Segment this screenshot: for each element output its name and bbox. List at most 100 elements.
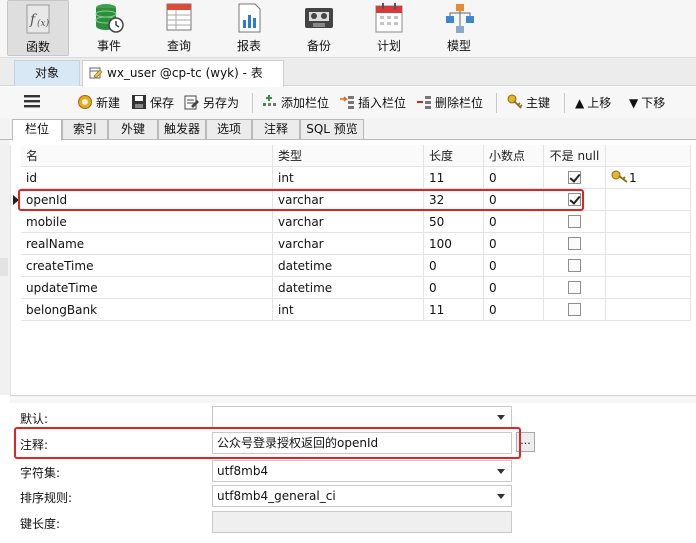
tab-comments[interactable]: 注释	[252, 119, 300, 140]
tab-fields[interactable]: 栏位	[12, 119, 62, 141]
function-icon: f (x)	[26, 4, 50, 34]
table-design-icon	[89, 67, 103, 79]
field-type-cell[interactable]: varchar	[273, 211, 424, 233]
tab-indexes[interactable]: 索引	[62, 119, 108, 140]
table-row[interactable]: belongBank int 11 0	[21, 299, 691, 321]
field-type-cell[interactable]: datetime	[273, 277, 424, 299]
ribbon-query-button[interactable]: 查询	[148, 0, 210, 56]
primary-key-button[interactable]: 主键	[507, 93, 550, 113]
not-null-cell	[544, 233, 606, 255]
object-tab-bar: 对象 wx_user @cp-tc (wyk) - 表	[0, 58, 696, 87]
field-type-cell[interactable]: int	[273, 299, 424, 321]
menu-button[interactable]	[24, 94, 40, 114]
save-as-icon	[184, 95, 199, 110]
ribbon-event-button[interactable]: 事件	[78, 0, 140, 56]
move-down-label: 下移	[641, 96, 666, 110]
ribbon-function-button[interactable]: f (x) 函数	[7, 0, 69, 56]
field-name-cell[interactable]: createTime	[21, 255, 273, 277]
save-as-button[interactable]: 另存为	[184, 93, 239, 113]
header-not-null[interactable]: 不是 null	[544, 145, 606, 167]
chevron-down-icon	[497, 415, 505, 420]
header-type[interactable]: 类型	[273, 145, 424, 167]
tab-sql-preview[interactable]: SQL 预览	[300, 119, 364, 140]
field-length-cell[interactable]: 11	[424, 167, 484, 189]
field-type-cell[interactable]: datetime	[273, 255, 424, 277]
not-null-checkbox[interactable]	[568, 303, 581, 316]
ribbon-model-button[interactable]: 模型	[428, 0, 490, 56]
report-icon	[238, 3, 261, 33]
not-null-checkbox[interactable]	[568, 215, 581, 228]
field-decimals-cell[interactable]: 0	[484, 299, 544, 321]
add-column-button[interactable]: 添加栏位	[262, 93, 329, 113]
not-null-checkbox[interactable]	[568, 259, 581, 272]
new-icon	[78, 95, 92, 109]
field-name-cell[interactable]: id	[21, 167, 273, 189]
delete-column-button[interactable]: 删除栏位	[416, 93, 483, 113]
ribbon-event-label: 事件	[96, 39, 121, 53]
tab-triggers[interactable]: 触发器	[158, 119, 206, 140]
table-row[interactable]: id int 11 0 1	[21, 167, 691, 189]
field-length-cell[interactable]: 0	[424, 255, 484, 277]
field-decimals-cell[interactable]: 0	[484, 211, 544, 233]
field-decimals-cell[interactable]: 0	[484, 167, 544, 189]
field-decimals-cell[interactable]: 0	[484, 255, 544, 277]
tab-options[interactable]: 选项	[206, 119, 252, 140]
primary-key-label: 主键	[526, 96, 551, 110]
collation-value: utf8mb4_general_ci	[217, 489, 336, 503]
field-decimals-cell[interactable]: 0	[484, 277, 544, 299]
collation-select[interactable]: utf8mb4_general_ci	[212, 485, 512, 507]
main-ribbon: f (x) 函数 事件 查询 报表 备份 计划 模型	[0, 0, 696, 58]
new-button[interactable]: 新建	[77, 93, 120, 113]
header-name[interactable]: 名	[21, 145, 273, 167]
header-length[interactable]: 长度	[424, 145, 484, 167]
field-name-cell[interactable]: mobile	[21, 211, 273, 233]
table-row[interactable]: realName varchar 100 0	[21, 233, 691, 255]
table-row[interactable]: createTime datetime 0 0	[21, 255, 691, 277]
delete-column-icon	[417, 96, 431, 109]
table-row[interactable]: mobile varchar 50 0	[21, 211, 691, 233]
query-icon	[166, 3, 192, 31]
not-null-cell	[544, 277, 606, 299]
design-subtabs: 栏位 索引 外键 触发器 选项 注释 SQL 预览	[0, 118, 696, 141]
tab-objects[interactable]: 对象	[14, 60, 80, 86]
not-null-cell	[544, 211, 606, 233]
move-up-button[interactable]: ▲ 上移	[575, 93, 611, 113]
ribbon-schedule-label: 计划	[376, 39, 401, 53]
ribbon-backup-button[interactable]: 备份	[288, 0, 350, 56]
field-length-cell[interactable]: 50	[424, 211, 484, 233]
tab-foreign-keys[interactable]: 外键	[108, 119, 158, 140]
default-label: 默认:	[20, 412, 49, 426]
field-type-cell[interactable]: varchar	[273, 233, 424, 255]
default-select[interactable]	[212, 406, 512, 428]
ribbon-report-button[interactable]: 报表	[218, 0, 280, 56]
insert-column-button[interactable]: 插入栏位	[339, 93, 406, 113]
header-decimals[interactable]: 小数点	[484, 145, 544, 167]
field-type-cell[interactable]: int	[273, 167, 424, 189]
table-row[interactable]: updateTime datetime 0 0	[21, 277, 691, 299]
save-button[interactable]: 保存	[131, 93, 174, 113]
backup-icon	[305, 8, 333, 28]
field-length-cell[interactable]: 0	[424, 277, 484, 299]
ribbon-schedule-button[interactable]: 计划	[358, 0, 420, 56]
not-null-cell	[544, 299, 606, 321]
field-decimals-cell[interactable]: 0	[484, 233, 544, 255]
charset-select[interactable]: utf8mb4	[212, 460, 512, 482]
save-label: 保存	[150, 96, 175, 110]
not-null-checkbox[interactable]	[568, 237, 581, 250]
field-name-cell[interactable]: updateTime	[21, 277, 273, 299]
move-up-label: 上移	[587, 96, 612, 110]
key-cell	[606, 277, 691, 299]
field-length-cell[interactable]: 11	[424, 299, 484, 321]
not-null-cell	[544, 167, 606, 189]
field-name-cell[interactable]: realName	[21, 233, 273, 255]
toolbar-separator	[564, 93, 565, 113]
field-length-cell[interactable]: 100	[424, 233, 484, 255]
not-null-checkbox[interactable]	[568, 171, 581, 184]
move-down-button[interactable]: ▼ 下移	[629, 93, 665, 113]
key-cell	[606, 189, 691, 211]
field-name-cell[interactable]: belongBank	[21, 299, 273, 321]
tab-table-design[interactable]: wx_user @cp-tc (wyk) - 表	[82, 60, 284, 87]
highlight-comment-row	[14, 427, 521, 459]
new-label: 新建	[96, 96, 121, 110]
not-null-checkbox[interactable]	[568, 281, 581, 294]
